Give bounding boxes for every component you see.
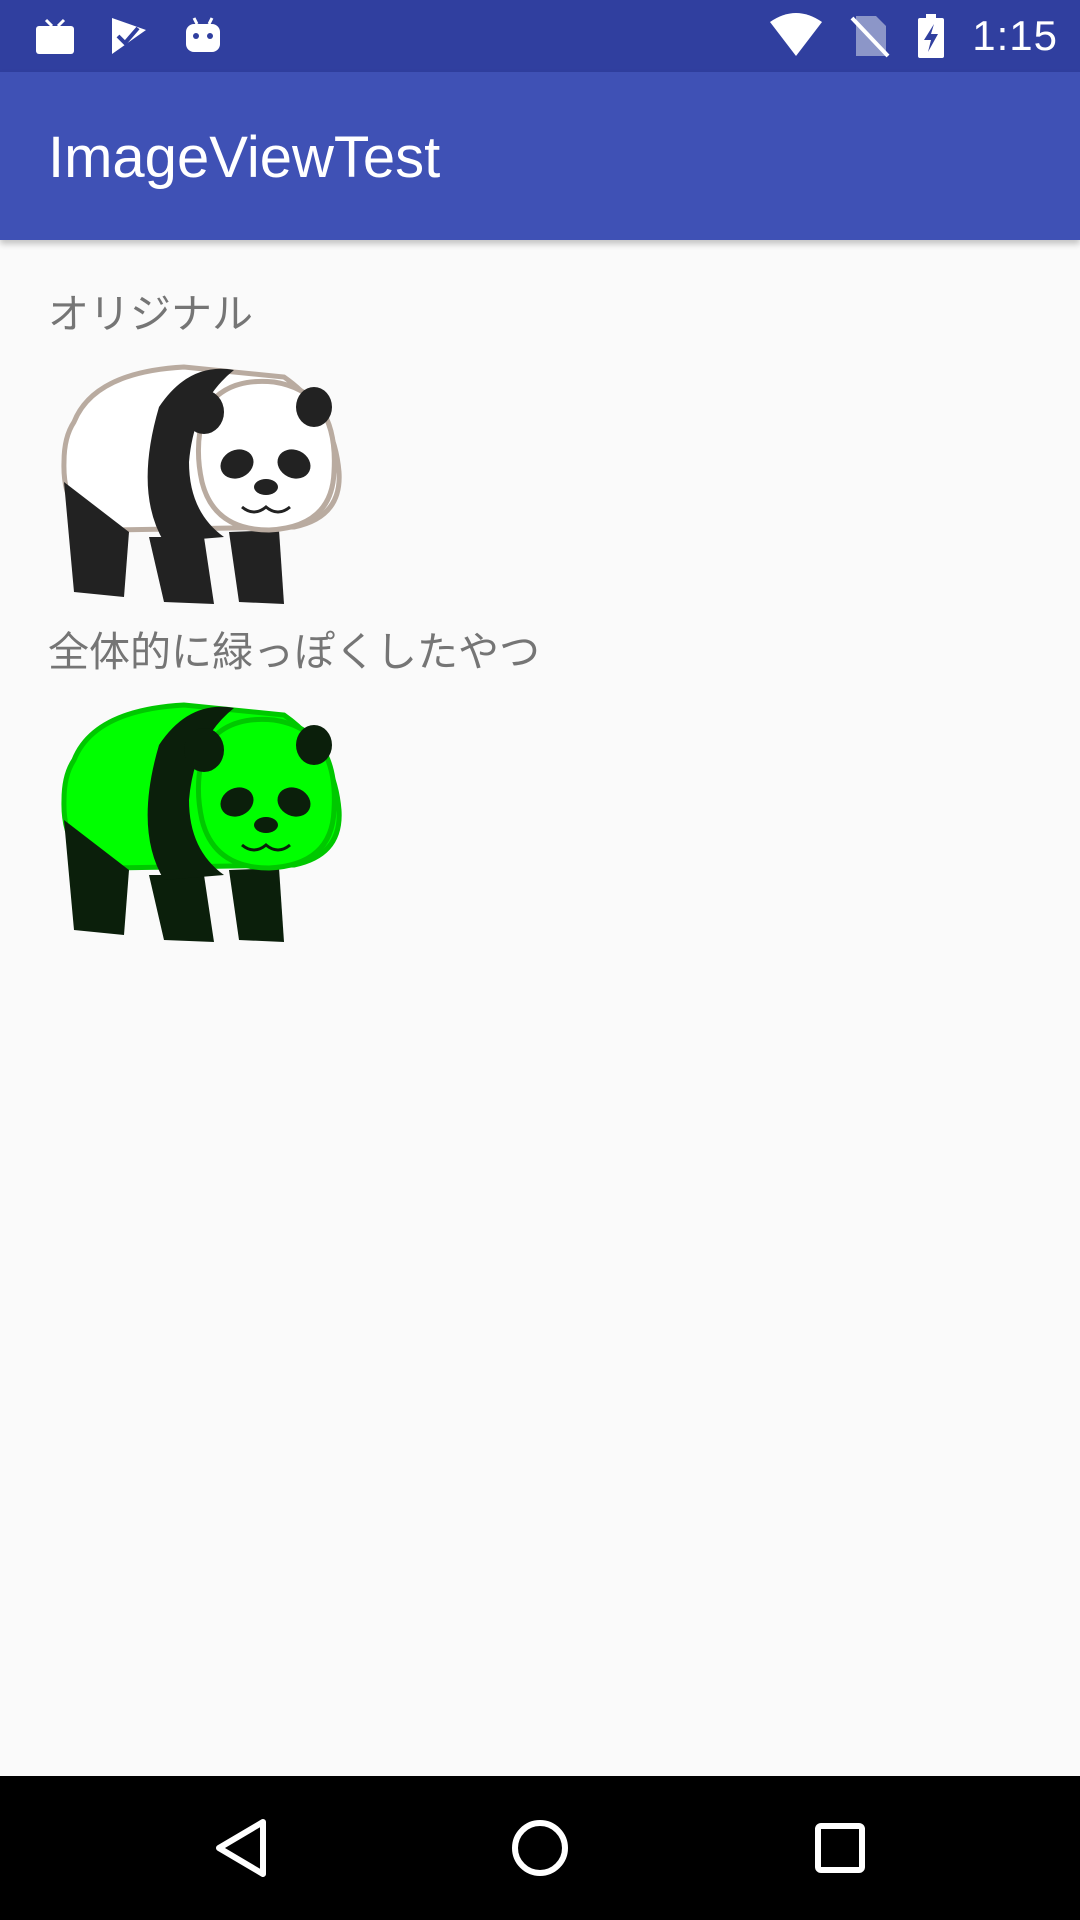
clock: 1:15: [972, 12, 1058, 59]
check-flag-icon: [112, 18, 146, 54]
recents-icon[interactable]: [804, 1812, 876, 1884]
green-label: 全体的に緑っぽくしたやつ: [48, 628, 540, 676]
back-icon[interactable]: [205, 1812, 277, 1884]
panda-green-image: [61, 702, 342, 942]
navigation-bar: [0, 1776, 1080, 1920]
notification-icons: [34, 12, 224, 60]
no-sim-icon: [850, 16, 890, 58]
system-icons: 1:15: [768, 10, 1058, 62]
wifi-icon: [770, 13, 823, 56]
app-bar: ImageViewTest: [0, 72, 1080, 240]
home-icon[interactable]: [504, 1812, 576, 1884]
status-bar: 1:15: [0, 0, 1080, 72]
panda-original-image: [61, 364, 342, 604]
content-area: オリジナル 全体的に緑っぽくしたやつ: [48, 284, 540, 960]
app-title: ImageViewTest: [48, 125, 441, 190]
original-label: オリジナル: [48, 290, 253, 338]
tv-icon: [36, 18, 74, 54]
android-icon: [186, 17, 220, 52]
battery-charging-icon: [918, 14, 945, 58]
